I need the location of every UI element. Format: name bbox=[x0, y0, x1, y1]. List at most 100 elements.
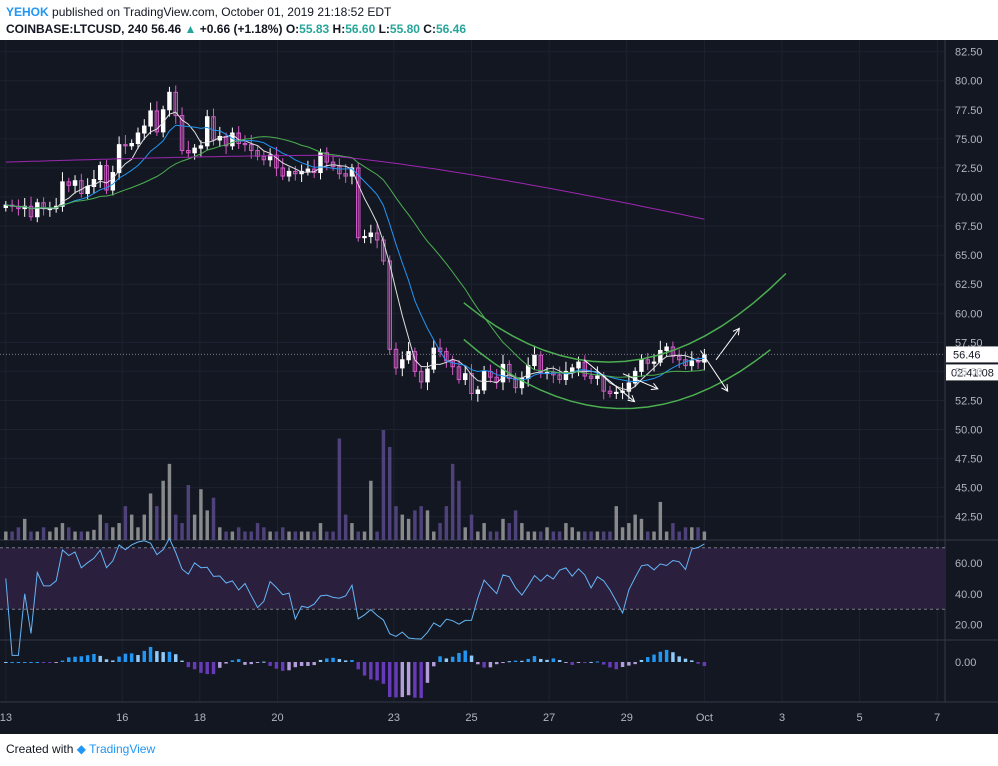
author-username[interactable]: YEHOK bbox=[6, 5, 49, 19]
histogram-bar bbox=[48, 662, 52, 663]
tradingview-logo-icon[interactable]: ◆ bbox=[77, 742, 86, 756]
histogram-bar bbox=[690, 660, 694, 662]
histogram-bar bbox=[532, 656, 537, 662]
histogram-bar bbox=[148, 646, 153, 662]
volume-bar bbox=[532, 531, 537, 540]
price-tick-label: 52.50 bbox=[955, 395, 983, 407]
volume-bar bbox=[155, 506, 159, 540]
volume-bar bbox=[350, 523, 354, 540]
volume-bar bbox=[601, 531, 606, 540]
volume-bar bbox=[199, 489, 203, 540]
candle-body bbox=[651, 361, 657, 364]
histogram-bar bbox=[325, 658, 329, 662]
tradingview-brand[interactable]: TradingView bbox=[89, 742, 155, 756]
candle-body bbox=[500, 363, 506, 383]
volume-bar bbox=[230, 531, 235, 540]
high-value: 56.60 bbox=[345, 22, 376, 36]
candle-body bbox=[142, 125, 147, 134]
candle-body bbox=[576, 361, 581, 369]
volume-bar bbox=[186, 485, 191, 540]
histogram-bar bbox=[683, 658, 688, 662]
volume-bar bbox=[22, 518, 27, 540]
candle-body bbox=[614, 391, 619, 394]
volume-bar bbox=[148, 493, 153, 540]
volume-bar bbox=[123, 506, 128, 540]
volume-bar bbox=[702, 531, 707, 540]
histogram-bar bbox=[633, 662, 637, 665]
histogram-bar bbox=[98, 655, 102, 662]
time-tick-label: 25 bbox=[465, 712, 477, 724]
publish-info: published on TradingView.com, October 01… bbox=[52, 5, 392, 19]
volume-bar bbox=[400, 514, 405, 540]
histogram-bar bbox=[482, 662, 486, 668]
volume-bar bbox=[73, 531, 77, 540]
volume-bar bbox=[79, 531, 84, 540]
volume-bar bbox=[35, 531, 40, 540]
time-tick-label: 3 bbox=[779, 712, 785, 724]
candle-body bbox=[475, 389, 481, 394]
candle-body bbox=[532, 354, 537, 367]
low-label: L: bbox=[378, 22, 390, 36]
rsi-tick-label: 60.00 bbox=[955, 558, 983, 570]
histogram-bar bbox=[199, 662, 203, 673]
price-change: +0.66 (+1.18%) bbox=[199, 22, 283, 36]
volume-bar bbox=[450, 463, 455, 540]
histogram-bar bbox=[520, 660, 524, 662]
histogram-bar bbox=[406, 662, 411, 696]
volume-bar bbox=[652, 531, 656, 540]
histogram-bar bbox=[620, 662, 625, 668]
volume-bar bbox=[639, 518, 644, 540]
histogram-bar bbox=[60, 660, 65, 662]
volume-bar bbox=[469, 514, 474, 540]
close-label: C: bbox=[423, 22, 436, 36]
candle-body bbox=[368, 232, 374, 238]
volume-bar bbox=[406, 518, 411, 540]
volume-bar bbox=[4, 531, 8, 540]
volume-bar bbox=[205, 510, 209, 540]
volume-bar bbox=[425, 510, 430, 540]
histogram-bar bbox=[438, 656, 442, 662]
price-tick-label: 45.00 bbox=[955, 483, 983, 495]
histogram-bar bbox=[570, 662, 574, 665]
candle-body bbox=[406, 351, 411, 361]
histogram-bar bbox=[526, 658, 530, 662]
volume-bar bbox=[564, 523, 568, 540]
volume-bar bbox=[589, 531, 593, 540]
histogram-bar bbox=[299, 662, 304, 666]
histogram-bar bbox=[696, 662, 700, 664]
histogram-bar bbox=[205, 662, 209, 675]
volume-bar bbox=[570, 527, 574, 540]
candle-body bbox=[362, 236, 367, 239]
histogram-bar bbox=[432, 662, 436, 667]
volume-bar bbox=[167, 463, 172, 540]
volume-bar bbox=[142, 514, 147, 540]
volume-bar bbox=[249, 531, 253, 540]
histogram-bar bbox=[287, 662, 291, 671]
candle-body bbox=[35, 202, 40, 218]
open-value: 55.83 bbox=[299, 22, 330, 36]
histogram-bar bbox=[413, 662, 417, 698]
volume-bar bbox=[664, 531, 669, 540]
price-tick-label: 65.00 bbox=[955, 250, 983, 262]
volume-bar bbox=[117, 523, 121, 540]
histogram-bar bbox=[186, 662, 191, 668]
volume-bar bbox=[627, 523, 631, 540]
histogram-bar bbox=[457, 652, 461, 662]
price-chart[interactable]: 56.4602:41:0882.5080.0077.5075.0072.5070… bbox=[0, 40, 998, 734]
volume-bar bbox=[255, 523, 260, 540]
volume-bar bbox=[658, 501, 663, 540]
candle-body bbox=[305, 168, 311, 172]
histogram-bar bbox=[444, 658, 449, 662]
volume-bar bbox=[457, 480, 461, 540]
chart-background bbox=[0, 40, 998, 734]
histogram-bar bbox=[104, 659, 109, 662]
price-tick-label: 80.00 bbox=[955, 76, 983, 88]
publish-line: YEHOK published on TradingView.com, Octo… bbox=[6, 5, 391, 19]
histogram-bar bbox=[35, 662, 40, 663]
histogram-bar bbox=[639, 659, 644, 662]
candle-body bbox=[431, 347, 437, 370]
histogram-bar bbox=[476, 662, 480, 665]
price-tick-label: 50.00 bbox=[955, 425, 983, 437]
volume-bar bbox=[293, 531, 298, 540]
price-tick-label: 57.50 bbox=[955, 337, 983, 349]
